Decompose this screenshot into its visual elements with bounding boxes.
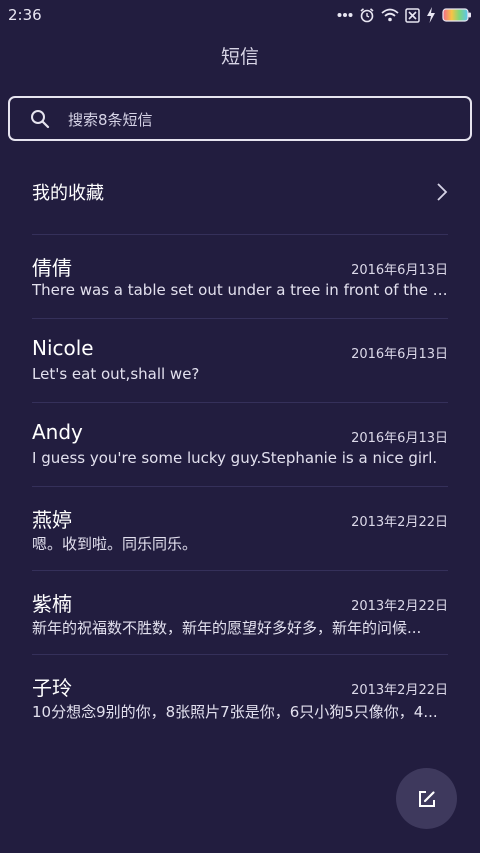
message-preview: Let's eat out,shall we? [32, 365, 200, 383]
sim-off-icon [405, 7, 420, 23]
message-date: 2016年6月13日 [351, 347, 448, 362]
battery-icon [442, 8, 471, 22]
message-date: 2013年2月22日 [351, 683, 448, 698]
search-placeholder: 搜索8条短信 [68, 111, 153, 129]
status-icons [337, 7, 472, 23]
message-date: 2013年2月22日 [351, 515, 448, 530]
message-preview: 嗯。收到啦。同乐同乐。 [32, 535, 198, 553]
contact-name: Andy [32, 420, 83, 444]
favorites-label: 我的收藏 [32, 183, 104, 204]
message-date: 2016年6月13日 [351, 263, 448, 278]
contact-name: 子玲 [32, 676, 72, 700]
message-item[interactable]: 子玲 2013年2月22日 10分想念9别的你，8张照片7张是你，6只小狗5只像… [32, 654, 448, 738]
chevron-right-icon [437, 183, 448, 201]
message-item[interactable]: 紫楠 2013年2月22日 新年的祝福数不胜数，新年的愿望好多好多，新年的问候.… [32, 570, 448, 654]
search-box[interactable]: 搜索8条短信 [8, 96, 472, 141]
alarm-icon [360, 8, 374, 23]
compose-icon [418, 790, 435, 807]
message-preview: 新年的祝福数不胜数，新年的愿望好多好多，新年的问候... [32, 619, 422, 637]
page-title: 短信 [220, 46, 259, 68]
contact-name: Nicole [32, 336, 94, 360]
charging-icon [427, 7, 435, 23]
message-item[interactable]: 燕婷 2013年2月22日 嗯。收到啦。同乐同乐。 [32, 486, 448, 570]
message-item[interactable]: Nicole 2016年6月13日 Let's eat out,shall we… [32, 318, 448, 402]
status-bar: 2:36 [0, 0, 480, 30]
sms-app-screen: 2:36 短信 搜索8条短信 我的收藏 倩倩 2016年6月13日 There … [0, 0, 480, 853]
favorites-row[interactable]: 我的收藏 [32, 150, 448, 234]
message-item[interactable]: Andy 2016年6月13日 I guess you're some luck… [32, 402, 448, 486]
message-preview: 10分想念9别的你，8张照片7张是你，6只小狗5只像你，4... [32, 703, 438, 721]
status-time: 2:36 [8, 6, 42, 24]
message-date: 2016年6月13日 [351, 431, 448, 446]
more-dots-icon [337, 13, 353, 17]
message-date: 2013年2月22日 [351, 599, 448, 614]
message-item[interactable]: 倩倩 2016年6月13日 There was a table set out … [32, 234, 448, 318]
search-icon [31, 110, 50, 129]
contact-name: 燕婷 [32, 508, 72, 532]
wifi-icon [381, 8, 399, 22]
contact-name: 紫楠 [32, 592, 72, 616]
message-preview: I guess you're some lucky guy.Stephanie … [32, 449, 438, 467]
message-preview: There was a table set out under a tree i… [32, 281, 448, 299]
contact-name: 倩倩 [32, 256, 72, 280]
compose-button[interactable] [396, 768, 457, 829]
